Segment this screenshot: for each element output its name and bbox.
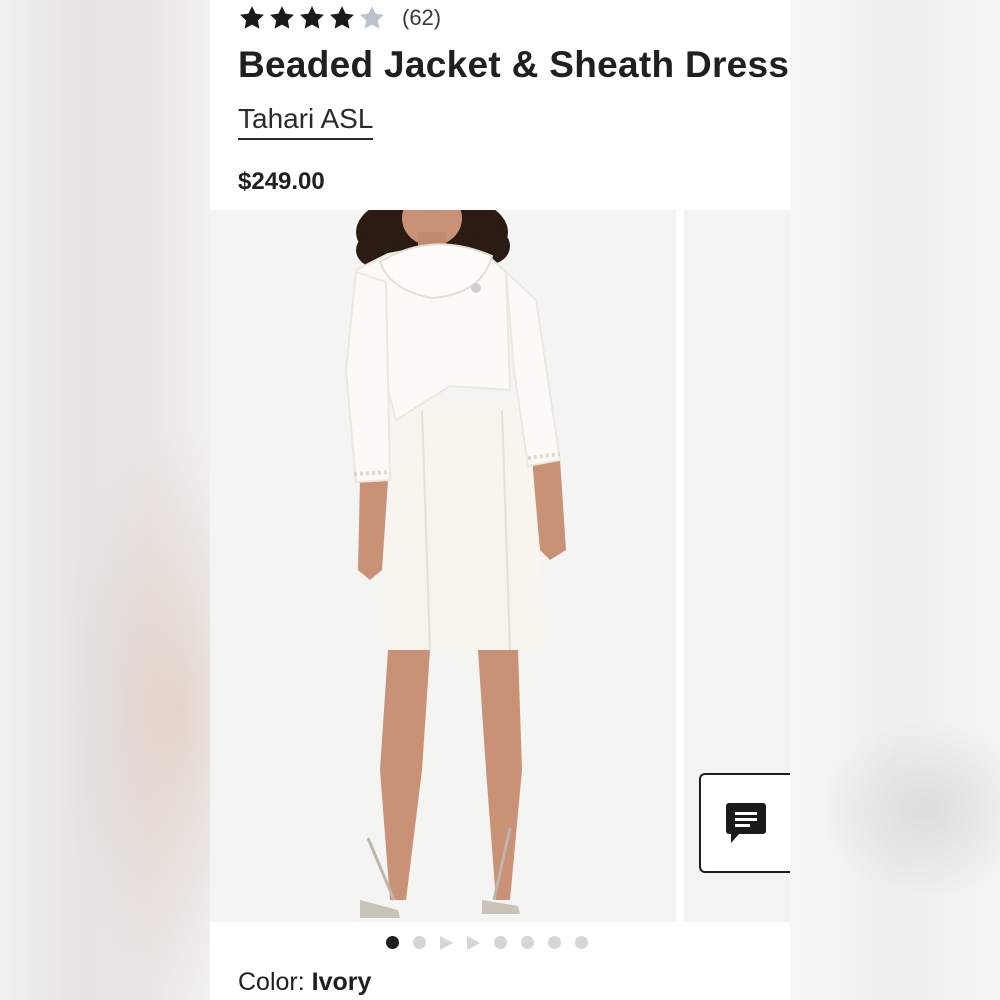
indicator-dot[interactable] — [548, 936, 561, 949]
background-right — [790, 0, 1000, 1000]
product-price: $249.00 — [238, 168, 325, 195]
indicator-dot[interactable] — [521, 936, 534, 949]
model-photo — [210, 210, 676, 922]
selected-color: Color: Ivory — [238, 968, 371, 997]
product-title: Beaded Jacket & Sheath Dress — [238, 44, 790, 85]
carousel-indicators[interactable] — [210, 936, 790, 950]
star-filled-icon — [270, 6, 294, 29]
product-image[interactable] — [210, 210, 676, 922]
product-page: (62) Beaded Jacket & Sheath Dress Tahari… — [210, 0, 790, 1000]
star-filled-icon — [300, 6, 324, 29]
star-empty-icon — [360, 6, 384, 29]
color-value: Ivory — [311, 968, 372, 996]
indicator-dot[interactable] — [494, 936, 507, 949]
star-filled-icon — [330, 6, 354, 29]
indicator-dot[interactable] — [413, 936, 426, 949]
chat-bubble-icon — [726, 803, 766, 843]
chat-button[interactable] — [699, 773, 790, 873]
star-filled-icon — [240, 6, 264, 29]
indicator-dot-active[interactable] — [386, 936, 399, 949]
background-left — [0, 0, 210, 1000]
color-label: Color: — [238, 968, 305, 996]
review-count[interactable]: (62) — [402, 5, 441, 31]
rating-stars — [238, 4, 386, 32]
video-play-icon[interactable] — [440, 936, 453, 950]
video-play-icon[interactable] — [467, 936, 480, 950]
brand-link[interactable]: Tahari ASL — [238, 102, 374, 140]
product-rating[interactable]: (62) — [238, 2, 441, 34]
indicator-dot[interactable] — [575, 936, 588, 949]
